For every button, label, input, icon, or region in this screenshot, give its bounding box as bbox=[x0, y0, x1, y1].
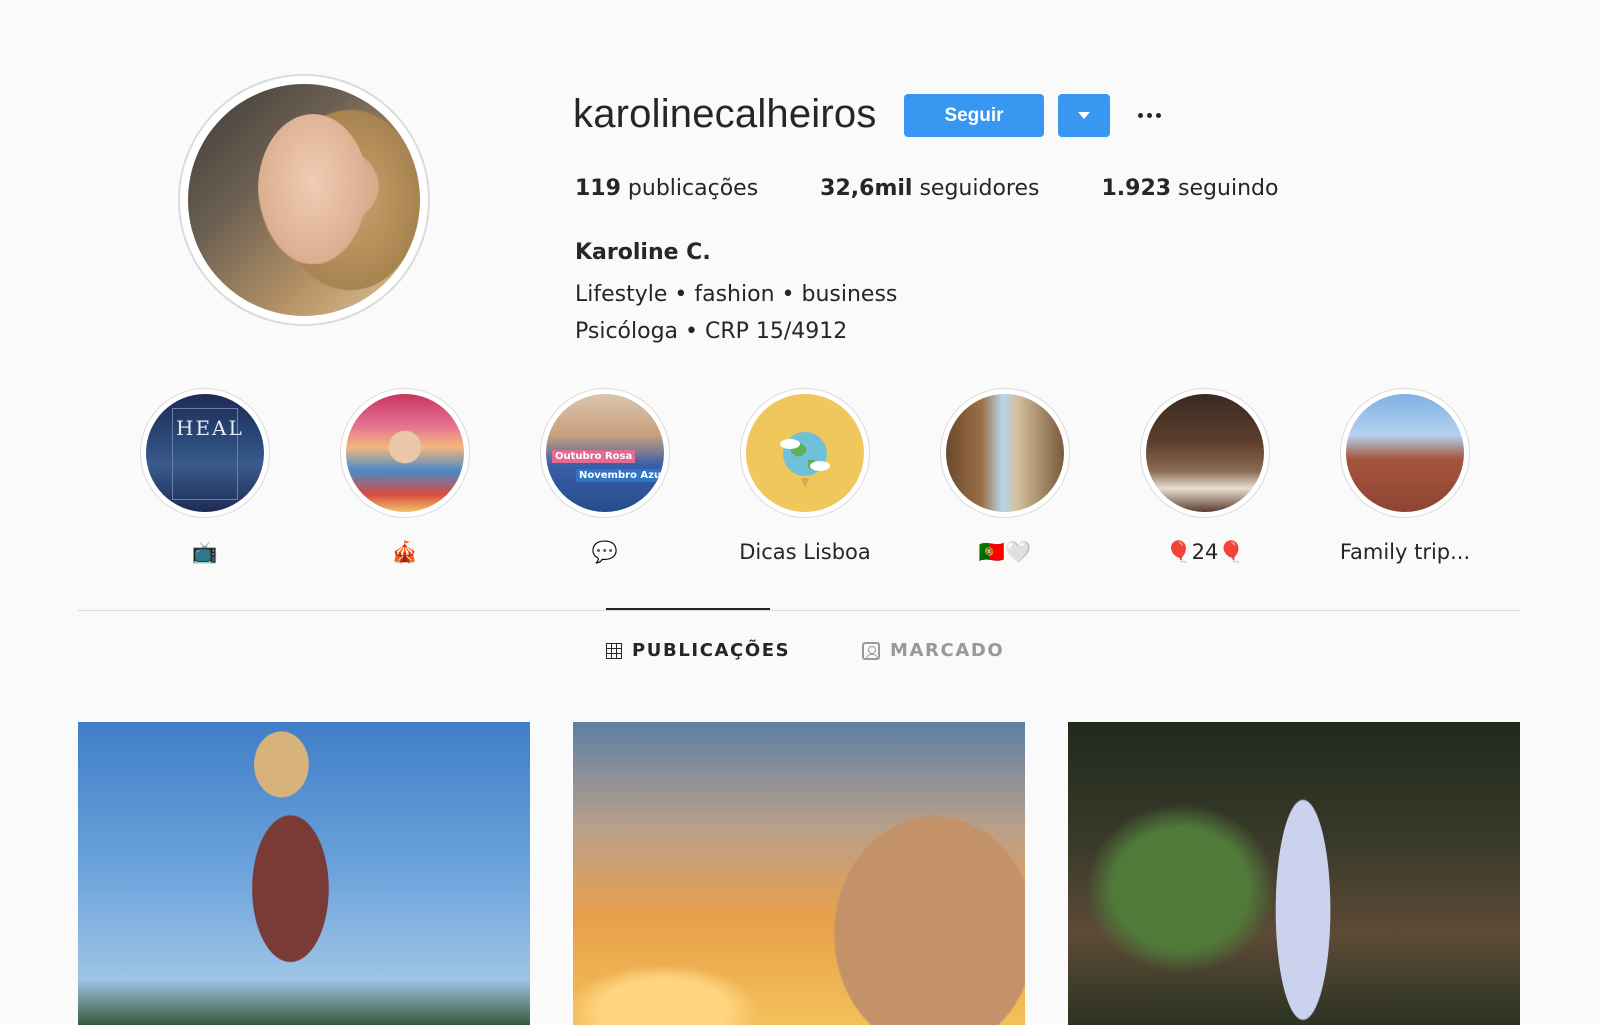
profile-full-name: Karoline C. bbox=[575, 240, 711, 265]
active-tab-indicator bbox=[606, 608, 770, 610]
tab-posts[interactable]: PUBLICAÇÕES bbox=[606, 640, 790, 661]
highlight-item[interactable]: 🎪 bbox=[325, 388, 485, 566]
tabs-divider bbox=[78, 610, 1520, 611]
more-options-button[interactable] bbox=[1132, 100, 1166, 130]
caret-down-icon bbox=[1078, 112, 1090, 119]
highlight-item[interactable]: Outubro Rosa Novembro Azul 💬 bbox=[525, 388, 685, 566]
tab-tagged[interactable]: MARCADO bbox=[862, 640, 1004, 661]
profile-stats: 119 publicações 32,6mil seguidores 1.923… bbox=[575, 176, 1340, 201]
followers-count-link[interactable]: 32,6mil seguidores bbox=[820, 176, 1039, 201]
highlight-cover: HEAL bbox=[146, 394, 264, 512]
highlight-label: 🇵🇹🤍 bbox=[978, 540, 1032, 564]
posts-count-stat: 119 publicações bbox=[575, 176, 759, 201]
highlight-item[interactable]: Dicas Lisboa bbox=[725, 388, 885, 566]
tagged-user-icon bbox=[862, 641, 880, 660]
suggestions-dropdown-button[interactable] bbox=[1058, 94, 1110, 137]
follow-button[interactable]: Seguir bbox=[904, 94, 1044, 137]
highlight-cover bbox=[346, 394, 464, 512]
highlight-label: Family trip... bbox=[1339, 540, 1471, 564]
post-thumbnail[interactable] bbox=[573, 722, 1025, 1025]
story-highlights: HEAL 📺 🎪 Outubro Rosa Novembro Azul 💬 Di… bbox=[0, 388, 1600, 568]
bio-line: Lifestyle • fashion • business bbox=[575, 282, 898, 307]
highlight-label: 🎈24🎈 bbox=[1165, 540, 1245, 564]
post-thumbnail[interactable] bbox=[1068, 722, 1520, 1025]
highlight-label: 🎪 bbox=[391, 540, 419, 564]
ellipsis-icon bbox=[1137, 112, 1143, 118]
tab-tagged-label: MARCADO bbox=[890, 640, 1005, 661]
profile-bio: Lifestyle • fashion • business Psicóloga… bbox=[575, 276, 897, 350]
highlight-item[interactable]: Family trip... bbox=[1325, 388, 1485, 566]
grid-icon bbox=[606, 642, 622, 659]
post-thumbnail[interactable] bbox=[78, 722, 530, 1025]
highlight-label: Dicas Lisboa bbox=[739, 540, 871, 564]
profile-username: karolinecalheiros bbox=[573, 92, 877, 136]
profile-avatar-ring[interactable] bbox=[178, 74, 430, 326]
highlight-cover: Outubro Rosa Novembro Azul bbox=[546, 394, 664, 512]
highlight-cover bbox=[946, 394, 1064, 512]
highlight-item[interactable]: HEAL 📺 bbox=[125, 388, 285, 566]
following-count-link[interactable]: 1.923 seguindo bbox=[1101, 176, 1278, 201]
tab-posts-label: PUBLICAÇÕES bbox=[632, 640, 791, 661]
profile-avatar bbox=[188, 84, 420, 316]
highlight-label: 📺 bbox=[191, 540, 219, 564]
highlight-item[interactable]: 🇵🇹🤍 bbox=[925, 388, 1085, 566]
bio-line: Psicóloga • CRP 15/4912 bbox=[575, 319, 848, 344]
globe-icon bbox=[780, 432, 830, 488]
highlight-cover bbox=[1346, 394, 1464, 512]
highlight-label: 💬 bbox=[591, 540, 619, 564]
highlight-cover bbox=[1146, 394, 1264, 512]
highlight-cover bbox=[746, 394, 864, 512]
highlight-item[interactable]: 🎈24🎈 bbox=[1125, 388, 1285, 566]
